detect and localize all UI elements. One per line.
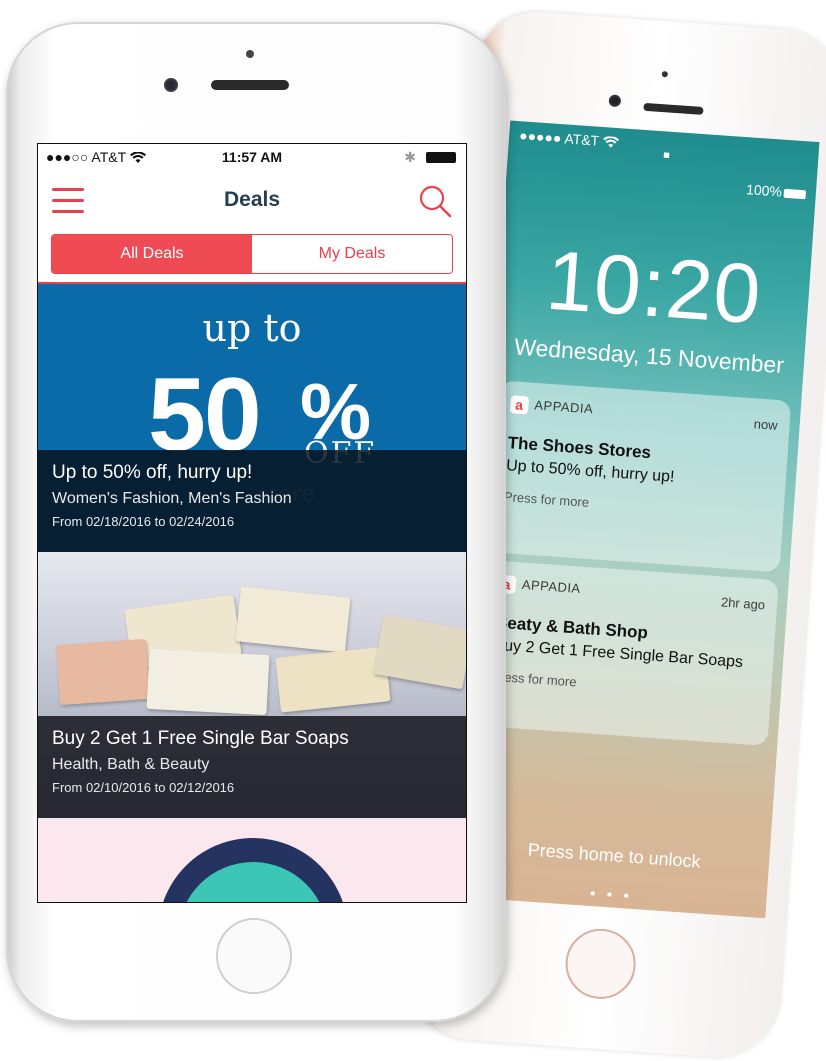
battery-icon [426, 152, 456, 163]
battery-icon [783, 188, 807, 200]
page-title: Deals [223, 188, 281, 211]
deal-dates: From 02/18/2016 to 02/24/2016 [52, 514, 235, 529]
deal-dates: From 02/10/2016 to 02/12/2016 [52, 780, 235, 795]
soap-bar [146, 648, 270, 716]
status-bar: ●●●○○ AT&T 11:57 AM ✱ [38, 144, 466, 168]
notification-time: 2hr ago [720, 594, 766, 613]
lock-carrier: ●●●●● AT&T [519, 127, 620, 150]
deal-card[interactable]: up to 50 % OFF store Up to 50% off, hurr… [38, 284, 466, 552]
notification-card[interactable]: a APPADIA now The Shoes Stores Up to 50% … [488, 380, 792, 573]
earpiece-speaker [643, 102, 704, 115]
deal-caption: Buy 2 Get 1 Free Single Bar Soaps Health… [38, 716, 466, 818]
front-camera [164, 78, 178, 92]
deal-caption: Up to 50% off, hurry up! Women's Fashion… [38, 450, 466, 552]
clock: 11:57 AM [221, 149, 283, 165]
home-button[interactable] [216, 918, 292, 994]
app-screen: ●●●○○ AT&T 11:57 AM ✱ Deals All Deals My… [37, 143, 467, 903]
deal-category: Women's Fashion, Men's Fashion [52, 490, 292, 507]
ad-upto-text: up to [202, 306, 302, 350]
appadia-icon: a [509, 395, 530, 415]
search-icon[interactable] [418, 184, 452, 218]
wifi-icon [602, 136, 619, 148]
earpiece-speaker [211, 80, 289, 90]
soap-bar [235, 586, 351, 653]
front-camera [608, 94, 622, 108]
tab-my-deals[interactable]: My Deals [252, 235, 452, 273]
notification-body: Buy 2 Get 1 Free Single Bar Soaps [493, 636, 744, 672]
deal-title: Up to 50% off, hurry up! [52, 462, 253, 483]
notification-more: Press for more [503, 489, 590, 510]
soap-bar [275, 646, 391, 713]
deal-category: Health, Bath & Beauty [52, 756, 210, 773]
notification-card[interactable]: a APPADIA 2hr ago Beaty & Bath Shop Buy 2… [475, 560, 779, 746]
lock-status-bar: ●●●●● AT&T ■ 100% [518, 127, 809, 200]
deal-title: Buy 2 Get 1 Free Single Bar Soaps [52, 728, 349, 749]
deal-card[interactable] [38, 818, 466, 902]
notification-app: a APPADIA [497, 574, 581, 599]
notification-app: a APPADIA [509, 395, 594, 419]
notification-time: now [753, 416, 779, 433]
lock-screen: ●●●●● AT&T ■ 100% 10:20 Wednesday, 15 No… [455, 120, 820, 919]
deal-card[interactable]: Buy 2 Get 1 Free Single Bar Soaps Health… [38, 552, 466, 818]
soap-bar [56, 638, 150, 706]
nav-bar: Deals [38, 170, 466, 232]
proximity-sensor [661, 70, 669, 78]
tab-all-deals[interactable]: All Deals [52, 235, 252, 273]
segment-control: All Deals My Deals [51, 234, 453, 274]
proximity-sensor [246, 50, 254, 58]
bluetooth-icon: ✱ [404, 149, 416, 165]
lock-time: 10:20 [543, 232, 765, 342]
home-button[interactable] [563, 926, 638, 1002]
lock-icon: ■ [662, 149, 671, 162]
lock-battery: 100% [746, 181, 807, 201]
